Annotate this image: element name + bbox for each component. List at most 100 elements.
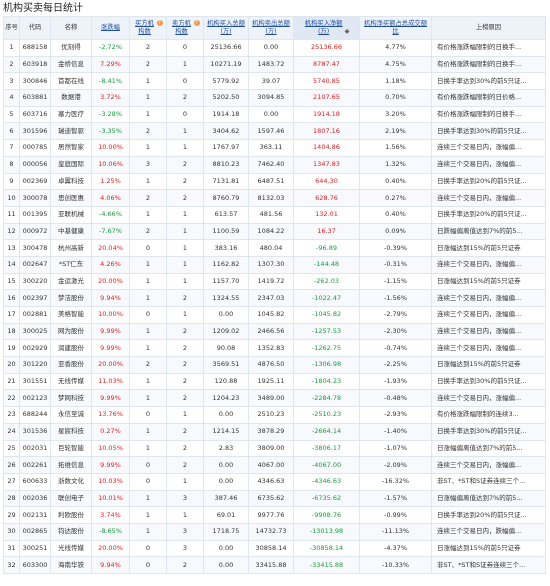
row-code[interactable]: 002369 bbox=[19, 172, 51, 191]
row-code[interactable]: 000056 bbox=[19, 155, 51, 174]
sort-desc-icon[interactable]: ◆ bbox=[345, 28, 350, 35]
row-code[interactable]: 300025 bbox=[19, 322, 51, 341]
table-row[interactable]: 10 300078 思创医惠 4.06% 2 2 8760.79 8132.03 628.76 0… bbox=[3, 189, 546, 207]
row-name[interactable]: 瑞迪智驱 bbox=[50, 122, 92, 141]
row-code[interactable]: 002929 bbox=[19, 339, 51, 358]
table-row[interactable]: 15 300220 金运激光 20.00% 1 1 1157.70 1419.72 -262.0… bbox=[3, 272, 546, 291]
table-row[interactable]: 19 002929 润建股份 9.99% 1 2 90.08 1352.83 -1262.75-… bbox=[3, 339, 546, 358]
row-code[interactable]: 603300 bbox=[19, 556, 51, 574]
row-name[interactable]: 梦网科技 bbox=[50, 389, 92, 408]
row-code[interactable]: 002031 bbox=[19, 439, 51, 458]
row-reason[interactable]: 日换手率达到20%的前5只证... bbox=[431, 205, 546, 224]
row-reason[interactable]: 连续三个交易日内，涨幅偏... bbox=[431, 389, 546, 408]
row-code[interactable]: 603881 bbox=[19, 89, 51, 107]
row-code[interactable]: 300251 bbox=[19, 539, 51, 558]
row-reason[interactable]: 日涨幅达到15%的前5只证券 bbox=[431, 239, 546, 257]
table-row[interactable]: 25 002031 巨轮智能 10.05% 1 2 2.83 3809.00 -3806.17-… bbox=[3, 439, 546, 458]
row-name[interactable]: 网为股份 bbox=[50, 322, 92, 341]
sort-net-amount-link[interactable]: 机构买入净额(万) bbox=[304, 20, 344, 36]
row-reason[interactable]: 日换手率达到30%的前5只证... bbox=[431, 122, 546, 141]
table-row[interactable]: 16 002397 梦洁股份 9.94% 1 2 1324.55 2347.03 -1022.4… bbox=[3, 289, 546, 307]
row-reason[interactable]: 连续三个交易日内，涨幅偏... bbox=[431, 139, 546, 157]
row-code[interactable]: 301596 bbox=[19, 122, 51, 141]
row-code[interactable]: 301536 bbox=[19, 422, 51, 441]
table-row[interactable]: 13 300478 杭州高新 20.04% 0 1 383.16 480.04 -96.89 -0… bbox=[3, 239, 546, 257]
table-row[interactable]: 32 603300 海南华铁 9.94% 0 2 0.00 33415.88 -33415.88… bbox=[3, 556, 546, 574]
table-row[interactable]: 4 603881 数据港 3.72% 1 2 5202.50 3094.85 2107.65 0.… bbox=[3, 89, 546, 107]
table-row[interactable]: 7 000785 居然智家 10.00% 1 1 1767.97 363.11 1404.86 1… bbox=[3, 139, 546, 157]
row-reason[interactable]: 日换手率达到20%的前5只证... bbox=[431, 506, 546, 524]
row-code[interactable]: 301551 bbox=[19, 372, 51, 391]
row-name[interactable]: 润建股份 bbox=[50, 339, 92, 358]
row-name[interactable]: 光线传媒 bbox=[50, 539, 92, 558]
row-reason[interactable]: 连续三个交易日内，涨幅偏... bbox=[431, 322, 546, 341]
row-name[interactable]: 数据港 bbox=[50, 89, 92, 107]
table-row[interactable]: 24 301536 星宸科技 0.27% 1 2 1214.15 3878.29 -2664.1… bbox=[3, 422, 546, 441]
table-row[interactable]: 17 002881 美格智能 10.00% 0 1 0.00 1045.82 -1045.82-… bbox=[3, 306, 546, 324]
header-ratio[interactable]: 机构净买额占总成交额比 bbox=[359, 16, 432, 40]
table-row[interactable]: 30 002865 钧达股份 -8.65% 1 3 1718.75 14732.73 -1301… bbox=[3, 522, 546, 541]
row-reason[interactable]: 有价格涨跌幅限制的日换手... bbox=[431, 55, 546, 74]
row-reason[interactable]: 非ST、*ST和S证券连续三个... bbox=[431, 556, 546, 574]
row-reason[interactable]: 日换手率达到20%的前5只证... bbox=[431, 172, 546, 191]
row-name[interactable]: 星宸科技 bbox=[50, 422, 92, 441]
row-code[interactable]: 000785 bbox=[19, 139, 51, 157]
table-row[interactable]: 22 002123 梦网科技 9.99% 1 2 1204.23 3489.00 -2284.7… bbox=[3, 389, 546, 408]
row-code[interactable]: 300220 bbox=[19, 272, 51, 291]
row-name[interactable]: 皇庭国际 bbox=[50, 155, 92, 174]
row-code[interactable]: 600633 bbox=[19, 472, 51, 491]
row-reason[interactable]: 日涨幅偏离值达到7%的前5... bbox=[431, 489, 546, 508]
row-code[interactable]: 002131 bbox=[19, 506, 51, 524]
table-row[interactable]: 29 002131 利欧股份 3.74% 1 1 69.01 9977.76 -9908.76-… bbox=[3, 506, 546, 524]
table-row[interactable]: 6 301596 瑞迪智驱 -3.35% 2 1 3404.62 1597.46 1807.16… bbox=[3, 122, 546, 141]
header-buy-count[interactable]: 买方机构数? bbox=[129, 16, 167, 40]
row-name[interactable]: 钧达股份 bbox=[50, 522, 92, 541]
row-code[interactable]: 001395 bbox=[19, 205, 51, 224]
row-code[interactable]: 301220 bbox=[19, 356, 51, 374]
table-row[interactable]: 11 001395 亚联机械 -4.66% 1 1 613.57 481.56 132.01 0.… bbox=[3, 205, 546, 224]
header-sell-count[interactable]: 卖方机构数? bbox=[166, 16, 204, 40]
row-name[interactable]: 亚香股份 bbox=[50, 356, 92, 374]
row-reason[interactable]: 连续三个交易日内，涨幅偏... bbox=[431, 289, 546, 307]
table-row[interactable]: 27 600633 浙数文化 10.03% 0 1 0.00 4346.63 -4346.63-… bbox=[3, 472, 546, 491]
table-row[interactable]: 28 002036 联创电子 10.01% 1 3 387.46 6735.62 -6735.6… bbox=[3, 489, 546, 508]
row-name[interactable]: 利欧股份 bbox=[50, 506, 92, 524]
sort-ratio-link[interactable]: 机构净买额占总成交额比 bbox=[364, 20, 428, 36]
row-code[interactable]: 603716 bbox=[19, 105, 51, 124]
info-icon[interactable]: ? bbox=[156, 20, 163, 26]
row-name[interactable]: 中基健康 bbox=[50, 222, 92, 241]
row-name[interactable]: 杭州高新 bbox=[50, 239, 92, 257]
row-reason[interactable]: 日换手率达到30%的前5只证... bbox=[431, 72, 546, 91]
row-code[interactable]: 002397 bbox=[19, 289, 51, 307]
row-reason[interactable]: 连续三个交易日内，涨幅偏... bbox=[431, 189, 546, 207]
row-reason[interactable]: 连续三个交易日内，涨幅偏... bbox=[431, 456, 546, 474]
row-name[interactable]: 金桥信息 bbox=[50, 55, 92, 74]
row-code[interactable]: 002261 bbox=[19, 456, 51, 474]
row-reason[interactable]: 有价格涨跌幅限制的日价格... bbox=[431, 89, 546, 107]
row-reason[interactable]: 有价格涨跌幅限制的连续3... bbox=[431, 406, 546, 424]
table-row[interactable]: 18 300025 网为股份 9.99% 1 2 1209.02 2466.56 -1257.5… bbox=[3, 322, 546, 341]
table-row[interactable]: 31 300251 光线传媒 20.00% 0 3 0.00 30858.14 -30858.1… bbox=[3, 539, 546, 558]
row-name[interactable]: 思创医惠 bbox=[50, 189, 92, 207]
row-reason[interactable]: 日涨幅达到15%的前5只证券 bbox=[431, 356, 546, 374]
row-name[interactable]: 永信至诚 bbox=[50, 406, 92, 424]
row-reason[interactable]: 日涨幅偏离值达到7%的前5... bbox=[431, 439, 546, 458]
header-change[interactable]: 涨跌幅 bbox=[91, 16, 130, 40]
header-buy-amount[interactable]: 机构买入总额(万) bbox=[203, 16, 249, 40]
row-code[interactable]: 002881 bbox=[19, 306, 51, 324]
row-name[interactable]: *ST仁东 bbox=[50, 255, 92, 274]
table-row[interactable]: 5 603716 塞力医疗 -3.28% 1 0 1914.18 0.00 1914.18 3.2… bbox=[3, 105, 546, 124]
row-reason[interactable]: 日涨幅达到15%的前5只证券 bbox=[431, 539, 546, 558]
row-reason[interactable]: 非ST、*ST和S证券连续三个... bbox=[431, 472, 546, 491]
row-name[interactable]: 卓翼科技 bbox=[50, 172, 92, 191]
table-row[interactable]: 12 000972 中基健康 -7.67% 2 1 1100.59 1084.22 16.37 0… bbox=[3, 222, 546, 241]
row-code[interactable]: 000972 bbox=[19, 222, 51, 241]
row-reason[interactable]: 日换手率达到30%的前5只证... bbox=[431, 422, 546, 441]
table-row[interactable]: 8 000056 皇庭国际 10.06% 3 2 8810.23 7462.40 1347.83… bbox=[3, 155, 546, 174]
row-name[interactable]: 居然智家 bbox=[50, 139, 92, 157]
row-reason[interactable]: 连续三个交易日内，涨幅偏... bbox=[431, 306, 546, 324]
row-name[interactable]: 美格智能 bbox=[50, 306, 92, 324]
sort-sell-count-link[interactable]: 卖方机构数 bbox=[171, 20, 193, 36]
row-name[interactable]: 亚联机械 bbox=[50, 205, 92, 224]
row-code[interactable]: 688244 bbox=[19, 406, 51, 424]
